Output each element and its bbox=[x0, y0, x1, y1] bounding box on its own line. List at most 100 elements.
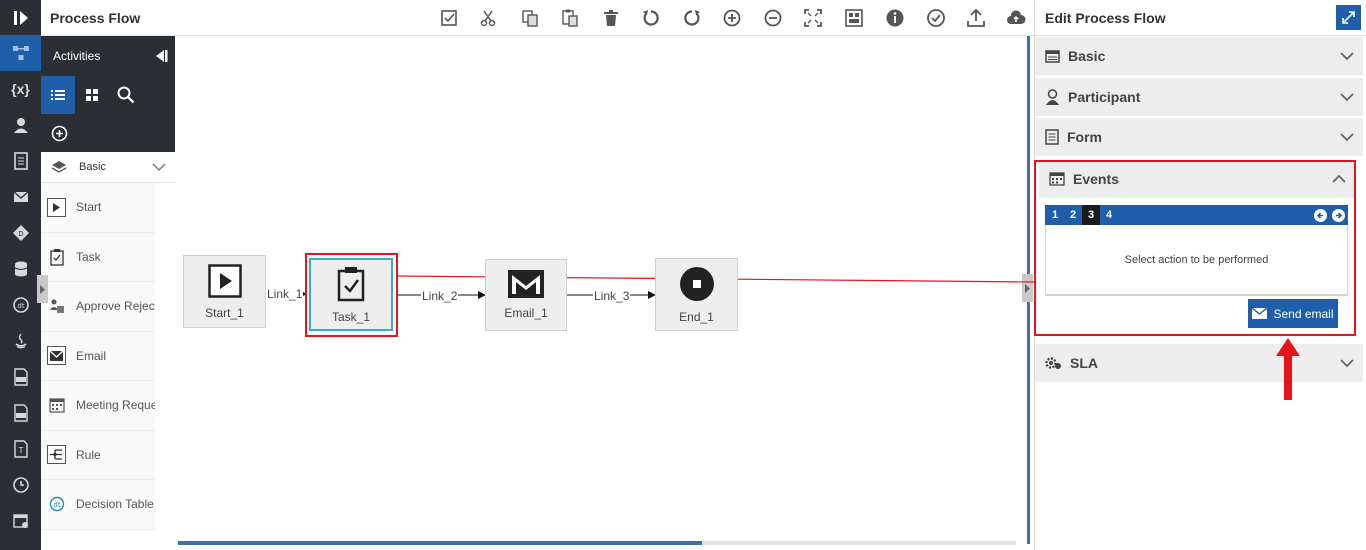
section-participant[interactable]: Participant bbox=[1035, 78, 1363, 116]
edit-panel-header: Edit Process Flow bbox=[1035, 0, 1366, 36]
prev-arrow-icon[interactable] bbox=[1314, 209, 1327, 222]
section-sla[interactable]: SLA bbox=[1035, 344, 1363, 382]
activity-item-rule[interactable]: Rule bbox=[41, 430, 155, 480]
section-label: Basic bbox=[1068, 48, 1106, 64]
logo-icon[interactable] bbox=[0, 0, 41, 35]
add-activity-icon[interactable] bbox=[41, 114, 175, 152]
event-tab-3[interactable]: 3 bbox=[1082, 205, 1100, 225]
chevron-down-icon bbox=[1340, 52, 1354, 61]
svg-text:dt: dt bbox=[53, 501, 60, 509]
activity-list: Start Task Approve Reject Email Meeting … bbox=[41, 183, 175, 550]
event-action-body: Select action to be performed bbox=[1045, 225, 1348, 295]
undo-icon[interactable] bbox=[640, 7, 662, 29]
java-icon[interactable] bbox=[0, 323, 41, 359]
participant-icon[interactable] bbox=[0, 107, 41, 143]
email-icon bbox=[508, 270, 544, 298]
email-icon[interactable] bbox=[0, 179, 41, 215]
node-label: Email_1 bbox=[504, 306, 548, 320]
activity-item-meeting-request[interactable]: Meeting Request bbox=[41, 381, 155, 431]
section-basic[interactable]: Basic bbox=[1035, 37, 1363, 75]
category-selector[interactable]: Basic bbox=[41, 152, 175, 183]
layout-icon[interactable] bbox=[843, 7, 865, 29]
chevron-down-icon bbox=[152, 163, 166, 172]
chevron-down-icon bbox=[1340, 93, 1354, 102]
search-icon[interactable] bbox=[109, 76, 143, 114]
calendar-icon bbox=[47, 396, 66, 415]
participant-icon bbox=[1046, 89, 1059, 105]
zoom-in-icon[interactable] bbox=[721, 7, 743, 29]
event-tab-1[interactable]: 1 bbox=[1046, 205, 1064, 225]
send-email-icon bbox=[1252, 308, 1268, 319]
process-flow-icon[interactable] bbox=[0, 35, 41, 71]
grid-view-icon[interactable] bbox=[75, 76, 109, 114]
flow-node-end[interactable]: End_1 bbox=[655, 258, 738, 331]
canvas-horizontal-scrollbar[interactable] bbox=[178, 541, 702, 545]
page-title: Process Flow bbox=[50, 10, 141, 26]
activity-item-approve-reject[interactable]: Approve Reject bbox=[41, 282, 155, 332]
top-toolbar: Process Flow bbox=[41, 0, 1034, 36]
text-template-icon[interactable]: T bbox=[0, 431, 41, 467]
node-label: End_1 bbox=[679, 309, 714, 324]
upload-icon[interactable] bbox=[965, 7, 987, 29]
link-1-label[interactable]: Link_1 bbox=[266, 287, 304, 301]
calendar-settings-icon[interactable] bbox=[0, 503, 41, 539]
flow-node-email[interactable]: Email_1 bbox=[485, 259, 567, 331]
activity-item-decision-table[interactable]: dt Decision Table bbox=[41, 480, 155, 530]
flow-node-start[interactable]: Start_1 bbox=[183, 255, 266, 328]
event-tab-2[interactable]: 2 bbox=[1064, 205, 1082, 225]
next-arrow-icon[interactable] bbox=[1332, 209, 1345, 222]
activity-label: Meeting Request bbox=[76, 398, 155, 413]
cloud-deploy-icon[interactable] bbox=[1005, 7, 1027, 29]
decision-icon[interactable]: D bbox=[0, 215, 41, 251]
variables-icon[interactable]: {x} bbox=[0, 71, 41, 107]
activity-item-start[interactable]: Start bbox=[41, 183, 155, 233]
event-tab-4[interactable]: 4 bbox=[1100, 205, 1118, 225]
stop-icon bbox=[679, 266, 714, 301]
activity-label: Task bbox=[76, 249, 101, 264]
task-icon bbox=[47, 247, 66, 266]
activity-label: Email bbox=[76, 348, 107, 363]
basic-icon bbox=[1045, 49, 1060, 63]
sla-gear-icon bbox=[1045, 357, 1061, 369]
fit-screen-icon[interactable] bbox=[802, 7, 824, 29]
database-icon[interactable] bbox=[0, 251, 41, 287]
node-label: Start_1 bbox=[205, 305, 244, 320]
select-all-icon[interactable] bbox=[438, 7, 460, 29]
list-view-icon[interactable] bbox=[41, 76, 75, 114]
file-upload-icon[interactable] bbox=[0, 359, 41, 395]
form-icon[interactable] bbox=[0, 143, 41, 179]
expand-icon[interactable] bbox=[1336, 5, 1361, 30]
expand-left-panel-handle[interactable] bbox=[37, 275, 48, 303]
svg-text:T: T bbox=[17, 446, 23, 455]
category-label: Basic bbox=[79, 161, 106, 173]
delete-icon[interactable] bbox=[600, 7, 622, 29]
clock-icon[interactable] bbox=[0, 467, 41, 503]
file-export-icon[interactable] bbox=[0, 395, 41, 431]
event-tabs: 1 2 3 4 bbox=[1045, 205, 1348, 225]
validate-icon[interactable] bbox=[925, 7, 947, 29]
svg-text:D: D bbox=[18, 230, 23, 238]
app: {x} D dt T Process Flow Activities Basic… bbox=[0, 0, 1366, 550]
link-2-label[interactable]: Link_2 bbox=[421, 289, 459, 303]
copy-icon[interactable] bbox=[519, 7, 541, 29]
send-email-button[interactable]: Send email bbox=[1248, 299, 1338, 328]
redo-icon[interactable] bbox=[681, 7, 703, 29]
decision-table-icon[interactable]: dt bbox=[0, 287, 41, 323]
form-icon bbox=[1045, 129, 1059, 145]
activity-item-email[interactable]: Email bbox=[41, 331, 155, 381]
layers-icon bbox=[51, 161, 67, 173]
section-form[interactable]: Form bbox=[1035, 118, 1363, 156]
expand-right-panel-handle[interactable] bbox=[1022, 274, 1033, 302]
collapse-panel-icon[interactable] bbox=[153, 48, 169, 64]
activities-panel: Activities Basic Start Task Approve Reje… bbox=[41, 36, 175, 550]
paste-icon[interactable] bbox=[559, 7, 581, 29]
chevron-down-icon bbox=[1340, 359, 1354, 368]
cut-icon[interactable] bbox=[477, 7, 499, 29]
zoom-out-icon[interactable] bbox=[762, 7, 784, 29]
link-3-label[interactable]: Link_3 bbox=[593, 289, 631, 303]
activities-header: Activities bbox=[41, 36, 175, 76]
activity-item-task[interactable]: Task bbox=[41, 232, 155, 282]
activity-label: Approve Reject bbox=[76, 299, 155, 314]
info-icon[interactable] bbox=[884, 7, 906, 29]
event-action-message: Select action to be performed bbox=[1124, 253, 1269, 266]
